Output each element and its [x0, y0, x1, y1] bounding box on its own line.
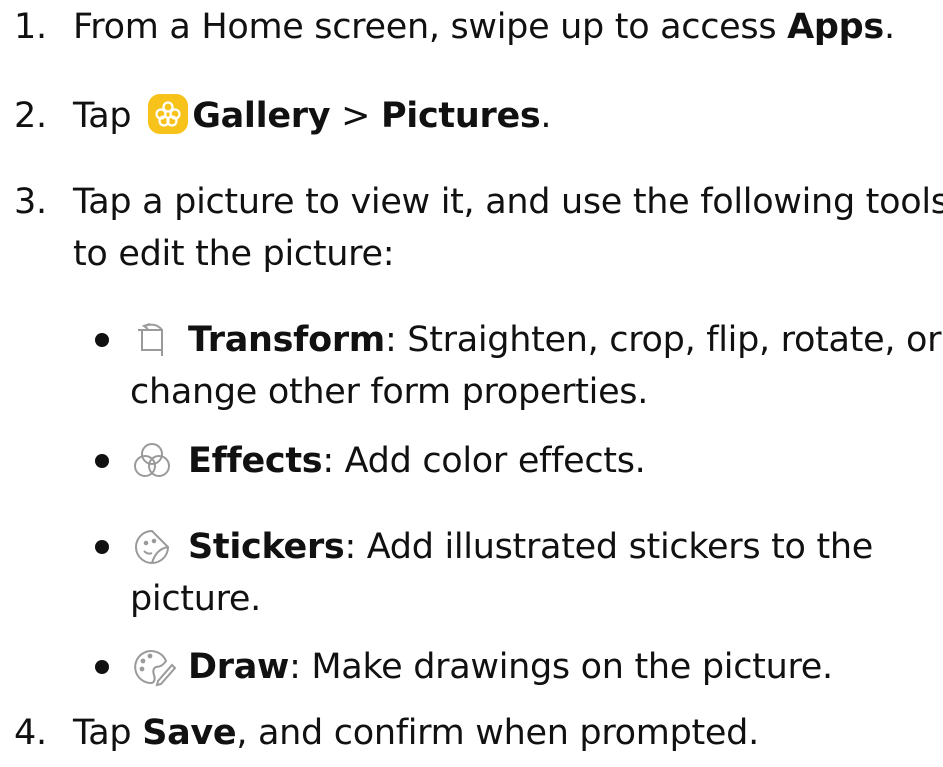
apps-label: Apps: [787, 7, 884, 47]
step-number: 3.: [14, 182, 47, 222]
step-number: 4.: [14, 713, 47, 753]
tool-text: Stickers: Add illustrated stickers to th…: [188, 527, 874, 567]
tool-name: Transform: [188, 320, 385, 360]
tool-text: Draw: Make drawings on the picture.: [188, 647, 833, 687]
save-label: Save: [142, 713, 237, 753]
step-number: 2.: [14, 96, 47, 136]
draw-icon: [132, 647, 177, 687]
bullet: [95, 333, 109, 347]
tool-name: Stickers: [188, 527, 345, 567]
pictures-label: Pictures: [380, 96, 541, 136]
bullet: [95, 540, 109, 554]
step-number: 1.: [14, 7, 47, 47]
bullet: [95, 454, 109, 468]
tool-text: Transform: Straighten, crop, flip, rotat…: [188, 320, 942, 360]
step-text: From a Home screen, swipe up to access A…: [73, 7, 895, 47]
gallery-icon: [148, 94, 189, 134]
step-text: Tap Gallery > Pictures.: [73, 94, 552, 136]
transform-icon: [132, 320, 172, 360]
tool-text-line2: picture.: [130, 579, 261, 619]
step-text: Tap Save, and confirm when prompted.: [73, 713, 759, 753]
tool-text-line2: change other form properties.: [130, 372, 649, 412]
stickers-icon: [132, 527, 172, 567]
bullet: [95, 660, 109, 674]
effects-icon: [132, 441, 172, 481]
step-text-line2: to edit the picture:: [73, 234, 395, 274]
instructions-document: 1. From a Home screen, swipe up to acces…: [0, 0, 943, 767]
tool-name: Effects: [188, 441, 323, 481]
gallery-label: Gallery: [192, 96, 331, 136]
tool-text: Effects: Add color effects.: [188, 441, 646, 481]
tool-name: Draw: [188, 647, 290, 687]
step-text-line1: Tap a picture to view it, and use the fo…: [73, 182, 943, 222]
